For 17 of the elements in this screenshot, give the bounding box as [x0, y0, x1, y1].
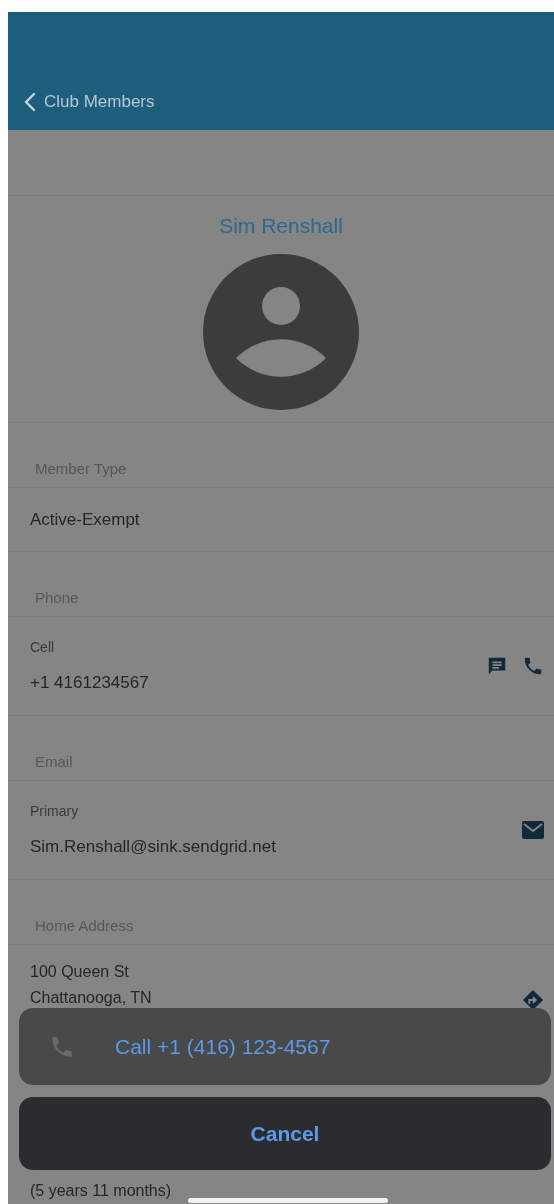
directions-icon[interactable]	[522, 989, 544, 1011]
call-action-button[interactable]: Call +1 (416) 123-4567	[19, 1008, 551, 1085]
info-line: (5 years 11 months)	[30, 1181, 172, 1201]
address-line: Chattanooga, TN	[30, 988, 153, 1008]
back-button[interactable]: Club Members	[24, 92, 155, 112]
cancel-button[interactable]: Cancel	[19, 1097, 551, 1170]
phone-number: +1 4161234567	[30, 673, 150, 693]
email-address: Sim.Renshall@sink.sendgrid.net	[30, 837, 277, 857]
email-icon[interactable]	[522, 821, 544, 839]
member-type-value: Active-Exempt	[30, 509, 141, 530]
address-line: 100 Queen St	[30, 962, 130, 982]
back-chevron-icon	[24, 92, 36, 112]
phone-type-label: Cell	[30, 639, 56, 655]
member-name: Sim Renshall	[219, 214, 343, 238]
email-type-label: Primary	[30, 803, 80, 819]
phone-icon[interactable]	[522, 655, 544, 677]
avatar-placeholder-icon	[203, 254, 359, 410]
